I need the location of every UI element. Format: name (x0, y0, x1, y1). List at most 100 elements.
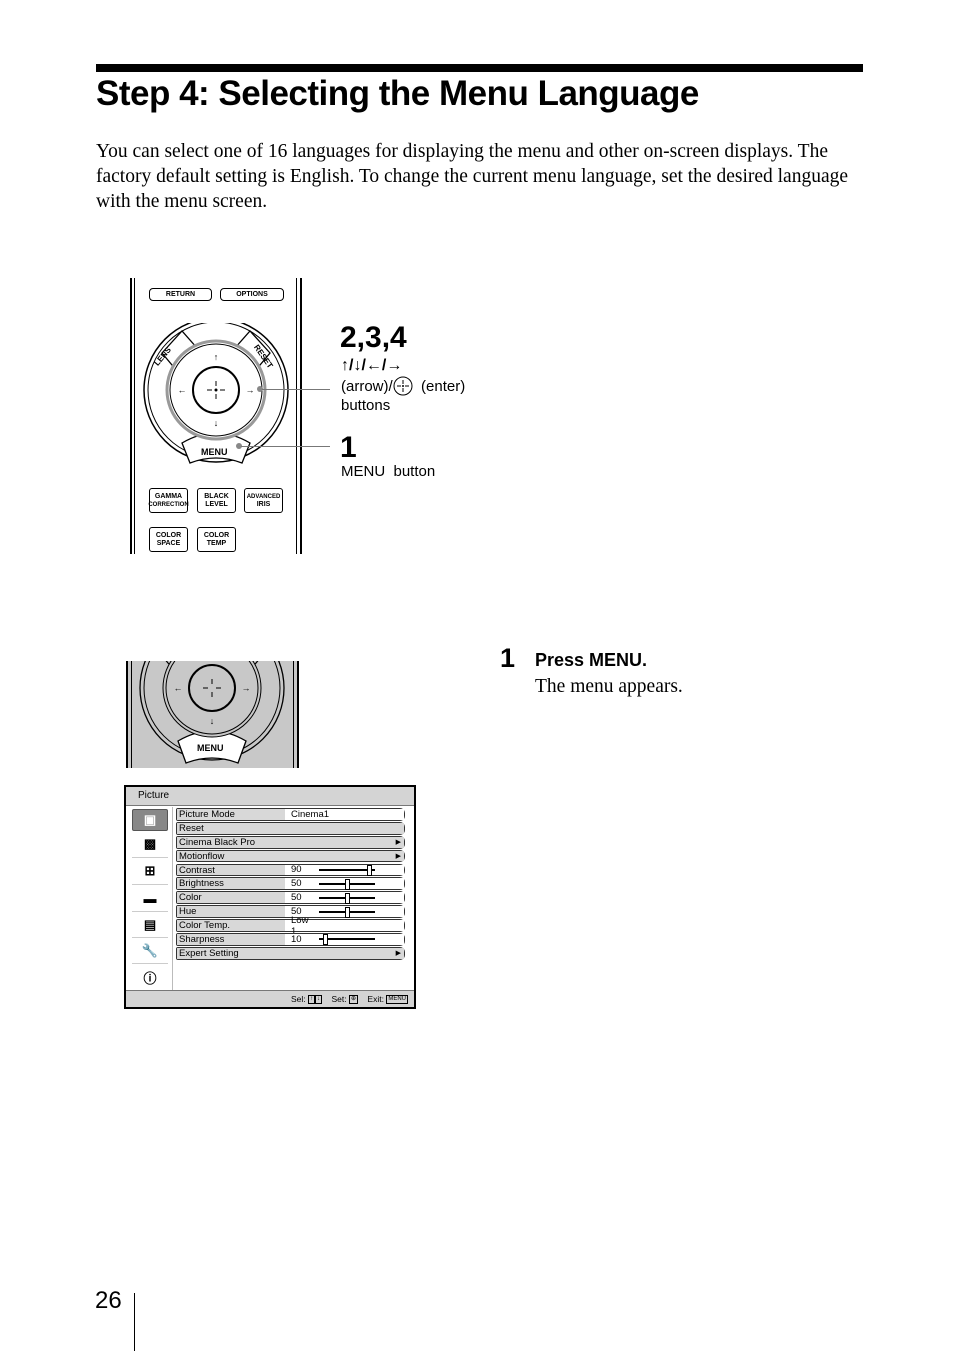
osd-menu-row[interactable]: Color Temp. Low 1 (176, 915, 405, 937)
return-button: RETURN (149, 288, 212, 301)
remote-edge-right (300, 278, 302, 554)
up-key-icon: ↑ (307, 995, 315, 1005)
advanced-iris-button: ADVANCED IRIS (244, 488, 283, 513)
arrow-keys-label: ↑/↓/←/→ (341, 357, 403, 374)
slider-knob[interactable] (345, 906, 350, 918)
osd-row-label: Sharpness (177, 934, 285, 945)
osd-row-label: Brightness (177, 878, 285, 889)
osd-row-slider[interactable] (319, 892, 375, 904)
page-number-rule (134, 1293, 135, 1351)
remote-menu-closeup: ↓ ← → MENU (126, 661, 299, 768)
color-temp-button: COLOR TEMP (197, 527, 236, 552)
callout-number-dpad: 2,3,4 (340, 321, 407, 354)
advanced-picture-icon[interactable]: ▩ (132, 831, 168, 858)
osd-row-slider[interactable] (319, 934, 375, 946)
iris-label-2: IRIS (256, 500, 271, 508)
options-button: OPTIONS (220, 288, 284, 301)
osd-row-slider[interactable] (319, 906, 375, 918)
osd-row-value-cell: 50 (285, 878, 404, 890)
information-icon[interactable]: ⓘ (132, 964, 168, 990)
submenu-arrow-icon: ▶ (395, 838, 401, 846)
title-rule (96, 64, 863, 72)
footer-sel-label: Sel: (290, 994, 306, 1004)
osd-row-slider[interactable] (319, 864, 375, 876)
osd-menu-list: Picture Mode Cinema1 Reset Cinema Black Pro… (176, 808, 405, 961)
black-level-button: BLACK LEVEL (197, 488, 236, 513)
osd-row-slider[interactable] (319, 878, 375, 890)
installation-icon[interactable]: 🔧 (132, 938, 168, 964)
enter-key-icon: ⊕ (348, 995, 358, 1005)
step-heading: Press MENU. (535, 650, 648, 670)
osd-row-value-cell: Low 1 (285, 915, 404, 937)
osd-menu-row[interactable]: Color 50 (176, 891, 405, 905)
iris-label-1: ADVANCED (246, 493, 281, 500)
svg-text:→: → (242, 683, 251, 693)
remote-edge-right-inner (296, 278, 297, 554)
menu-closeup-label: MENU (197, 743, 224, 753)
black-label-2: LEVEL (205, 500, 228, 508)
slider-knob[interactable] (367, 864, 373, 876)
osd-row-label: Expert Setting (177, 947, 404, 959)
gamma-label-1: GAMMA (154, 492, 183, 500)
temp-label-2: TEMP (206, 539, 227, 547)
callout-text-dpad-line2: buttons (341, 397, 391, 414)
right-arrow-icon: → (246, 385, 255, 395)
osd-menu-row[interactable]: Motionflow ▶ (176, 849, 405, 863)
osd-menu-row[interactable]: Reset (176, 821, 405, 835)
remote-edge-left (130, 278, 132, 554)
osd-menu-row[interactable]: Cinema Black Pro ▶ (176, 835, 405, 849)
osd-menu-row[interactable]: Picture Mode Cinema1 (176, 808, 405, 821)
picture-icon[interactable]: ▣ (132, 809, 168, 831)
setup-icon[interactable]: ▬ (132, 885, 168, 912)
slider-knob[interactable] (322, 934, 328, 946)
gamma-label-2: CORRECTION (148, 501, 189, 508)
page-number: 26 (95, 1287, 122, 1314)
osd-row-value: 10 (291, 933, 302, 945)
osd-row-value-cell: 10 (285, 933, 404, 946)
remote-illustration: RETURN OPTIONS ↑ ↓ ← → LENS RESET MENU G… (130, 278, 303, 554)
callout-number-menu: 1 (340, 431, 357, 464)
osd-menu-row[interactable]: Brightness 50 (176, 877, 405, 891)
osd-row-label: Cinema Black Pro (177, 836, 404, 848)
osd-row-label: Hue (177, 906, 285, 917)
left-arrow-icon: ← (178, 385, 187, 395)
callout-text-menu: MENU button (341, 463, 436, 480)
osd-row-value: 90 (291, 864, 302, 876)
osd-row-label: Picture Mode (177, 809, 285, 820)
osd-row-value: Cinema1 (291, 808, 330, 820)
function-icon[interactable]: ▤ (132, 912, 168, 938)
slider-knob[interactable] (345, 892, 350, 904)
arrow-text: (arrow)/ (341, 378, 393, 395)
osd-menu-row[interactable]: Expert Setting ▶ (176, 946, 405, 960)
osd-row-label: Motionflow (177, 850, 404, 862)
page-title: Step 4: Selecting the Menu Language (96, 74, 699, 113)
svg-text:↓: ↓ (210, 716, 215, 726)
black-label-1: BLACK (204, 492, 229, 500)
osd-footer: Sel: ↑ ↓ Set: ⊕ Exit: MENU (126, 990, 414, 1007)
temp-label-1: COLOR (203, 531, 230, 539)
color-space-button: COLOR SPACE (149, 527, 188, 552)
osd-row-value-cell: 90 (285, 864, 404, 876)
osd-row-label: Reset (177, 822, 404, 834)
up-arrow-icon: ↑ (214, 352, 219, 362)
osd-row-label: Contrast (177, 864, 285, 875)
osd-row-value-cell: 50 (285, 892, 404, 904)
osd-menu-title: Picture (126, 787, 414, 806)
osd-menu-row[interactable]: Sharpness 10 (176, 933, 405, 946)
footer-set-label: Set: (331, 994, 347, 1004)
menu-button-label: MENU (201, 447, 228, 457)
osd-sidebar: ▣ ▩ ⊞ ▬ ▤ 🔧 ⓘ (128, 807, 173, 991)
down-arrow-icon: ↓ (214, 418, 219, 428)
submenu-arrow-icon: ▶ (395, 949, 401, 957)
submenu-arrow-icon: ▶ (395, 852, 401, 860)
intro-paragraph: You can select one of 16 languages for d… (96, 141, 849, 212)
space-label-1: COLOR (155, 531, 182, 539)
osd-menu-row[interactable]: Contrast 90 (176, 863, 405, 877)
screen-icon[interactable]: ⊞ (132, 858, 168, 885)
osd-row-value: 50 (291, 878, 302, 890)
slider-knob[interactable] (345, 878, 350, 890)
osd-row-value-cell: Cinema1 (285, 809, 404, 820)
menu-key-icon: MENU (386, 995, 408, 1005)
callout-text-dpad-line1: (arrow)/ (enter) (341, 376, 465, 397)
callout-line-dpad (262, 389, 330, 390)
